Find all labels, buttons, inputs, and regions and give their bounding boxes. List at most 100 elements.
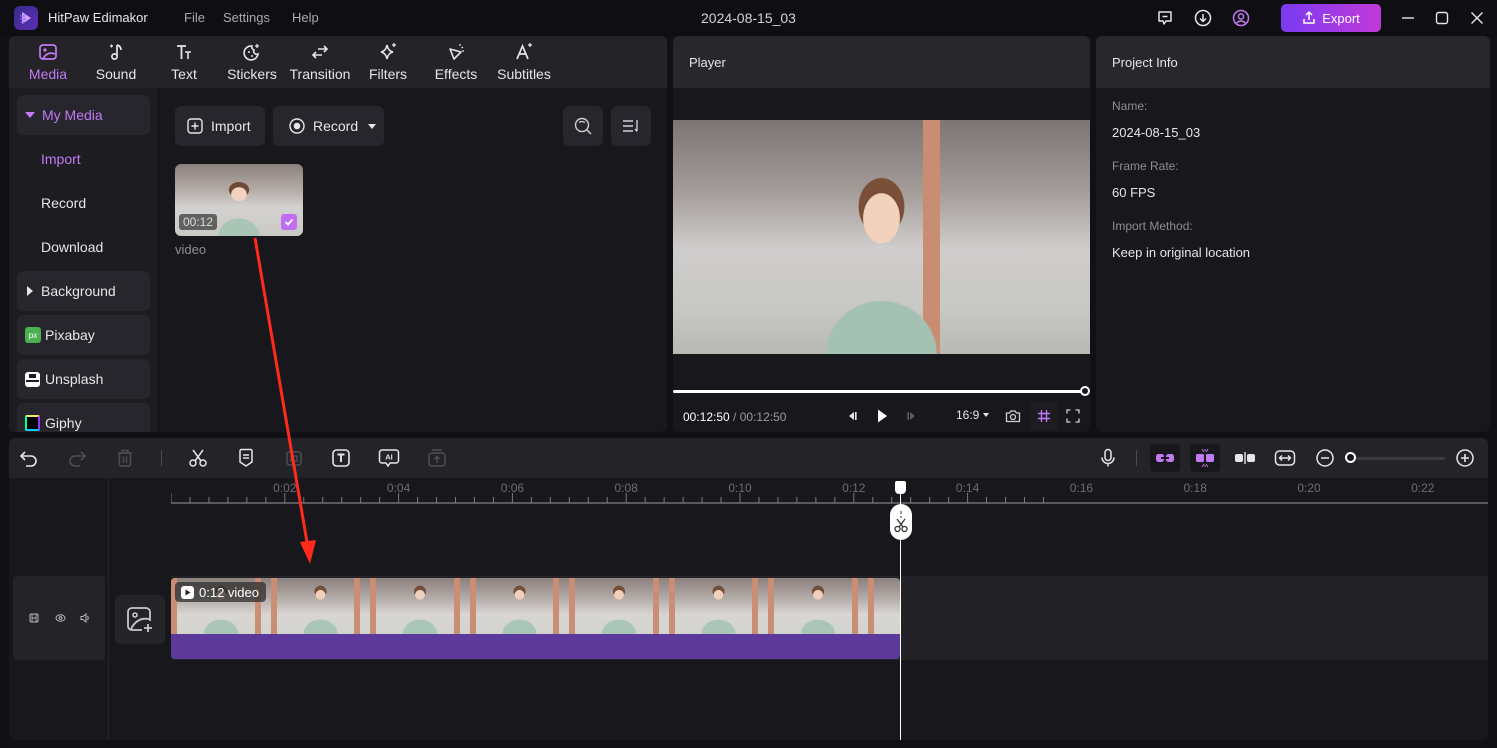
sticker-icon [242,40,262,64]
time-separator: / [729,410,740,424]
minimize-button[interactable] [1396,6,1420,30]
dropdown-caret-icon [983,413,990,417]
sidebar-item-pixabay[interactable]: px Pixabay [17,315,150,355]
zoom-slider-track[interactable] [1350,457,1445,460]
play-button[interactable] [871,406,893,426]
video-clip[interactable]: 0:12 video [171,578,900,659]
marker-button[interactable] [234,446,258,470]
sidebar-item-download[interactable]: Download [41,239,103,255]
search-button[interactable] [563,106,603,146]
marker-icon [239,448,253,467]
playback-progress-bar[interactable] [673,390,1085,393]
sidebar-item-background[interactable]: Background [17,271,150,311]
menu-settings[interactable]: Settings [223,10,270,25]
plus-square-icon [187,118,203,134]
previous-frame-button[interactable] [841,406,863,426]
tab-filters[interactable]: Filters [354,40,422,88]
tab-label: Transition [289,66,351,82]
fit-timeline-button[interactable] [1273,446,1297,470]
close-button[interactable] [1465,6,1489,30]
microphone-icon [1101,448,1115,467]
next-frame-button[interactable] [901,406,923,426]
feedback-icon[interactable] [1155,8,1175,28]
grid-toggle-button[interactable] [1030,402,1058,430]
delete-button[interactable] [113,446,137,470]
sidebar-item-label: My Media [42,107,103,123]
sparkle-icon [378,40,398,64]
import-label: Import [211,118,251,134]
playhead-split-button[interactable] [890,504,912,540]
menu-help[interactable]: Help [292,10,319,25]
giphy-logo-icon [25,415,40,431]
menu-file[interactable]: File [184,10,205,25]
media-item-video[interactable]: 00:12 [175,164,303,236]
camera-icon [1005,410,1021,423]
split-audio-button[interactable] [1233,446,1257,470]
snapshot-button[interactable] [1002,406,1024,426]
duration-badge: 00:12 [179,214,218,230]
clip-frame-thumbnail [370,578,470,634]
split-button[interactable] [186,446,210,470]
redo-button[interactable] [65,446,89,470]
clip-filmstrip [171,578,900,634]
clip-frame-thumbnail [569,578,669,634]
import-method-value: Keep in original location [1112,245,1251,260]
timeline-ruler[interactable]: 0:02 0:04 0:06 0:08 0:10 0:12 0:14 0:16 0:18 0:20… [171,478,1488,506]
zoom-slider-handle[interactable] [1345,452,1356,463]
ai-subtitle-button[interactable]: AI [377,446,401,470]
sidebar-item-record[interactable]: Record [41,195,86,211]
separate-icon [1235,452,1255,464]
playhead-handle[interactable] [895,481,906,494]
sidebar-item-my-media[interactable]: My Media [17,95,150,135]
sidebar-item-import[interactable]: Import [41,151,81,167]
import-method-label: Import Method: [1112,219,1193,233]
crop-button[interactable] [282,446,306,470]
text-box-icon [332,449,350,467]
tab-media[interactable]: Media [14,40,82,88]
tab-sound[interactable]: Sound [82,40,150,88]
frame-rate-value: 60 FPS [1112,185,1156,200]
voiceover-button[interactable] [1096,446,1120,470]
zoom-out-button[interactable] [1313,446,1337,470]
video-preview[interactable] [673,120,1090,354]
sort-button[interactable] [611,106,651,146]
link-toggle-button[interactable] [1150,444,1180,472]
ruler-tick-label: 0:02 [273,481,297,495]
tab-transition[interactable]: Transition [286,40,354,88]
add-text-button[interactable] [329,446,353,470]
tab-text[interactable]: Text [150,40,218,88]
record-label: Record [313,118,359,134]
sidebar-item-giphy[interactable]: Giphy [17,403,150,432]
film-icon[interactable] [29,613,39,623]
zoom-in-button[interactable] [1453,446,1477,470]
eye-icon[interactable] [55,613,66,623]
add-media-to-track-button[interactable] [115,595,165,644]
maximize-button[interactable] [1430,6,1454,30]
download-icon[interactable] [1193,8,1213,28]
sidebar-item-unsplash[interactable]: Unsplash [17,359,150,399]
selected-checkbox[interactable] [281,214,297,230]
media-panel: Media Sound Text Stickers Transition Fil… [9,36,667,432]
snap-toggle-button[interactable] [1190,444,1220,472]
tab-subtitles[interactable]: Subtitles [490,40,558,88]
export-clip-button[interactable] [425,446,449,470]
undo-button[interactable] [17,446,41,470]
time-display: 00:12:50 / 00:12:50 [683,410,786,424]
export-button[interactable]: Export [1281,4,1381,32]
timeline-toolbar: AI [9,438,1488,478]
record-button[interactable]: Record [273,106,384,146]
media-tabs: Media Sound Text Stickers Transition Fil… [9,36,667,88]
tab-effects[interactable]: Effects [422,40,490,88]
import-button[interactable]: Import [175,106,265,146]
account-icon[interactable] [1231,8,1251,28]
playback-progress-handle[interactable] [1080,386,1090,396]
music-note-icon [106,40,126,64]
tab-label: Filters [368,66,408,82]
sidebar-item-label: Unsplash [45,371,104,387]
tab-stickers[interactable]: Stickers [218,40,286,88]
clip-frame-thumbnail [270,578,370,634]
fullscreen-button[interactable] [1062,406,1084,426]
aspect-ratio-dropdown[interactable]: 16:9 [956,408,990,422]
check-icon [284,218,294,226]
speaker-icon[interactable] [80,613,91,623]
